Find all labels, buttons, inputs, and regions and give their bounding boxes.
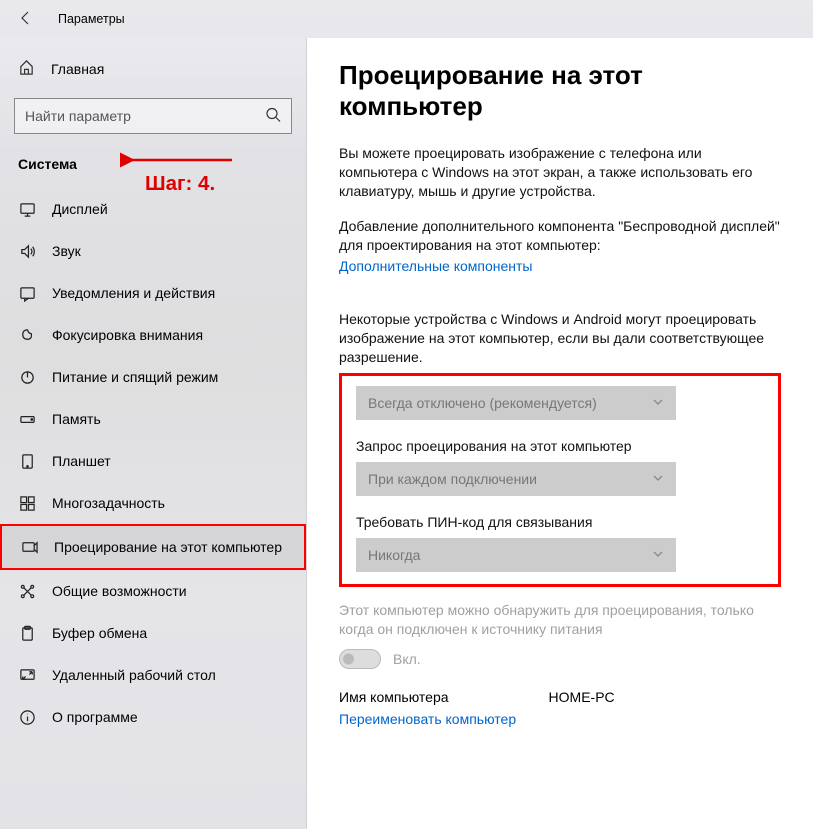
sidebar-item-label: Многозадачность: [52, 495, 165, 511]
sidebar-item-sound[interactable]: Звук: [0, 230, 306, 272]
optional-features-link[interactable]: Дополнительные компоненты: [339, 258, 533, 274]
shared-icon: [18, 582, 36, 600]
add-feature-text: Добавление дополнительного компонента "Б…: [339, 217, 781, 255]
sidebar-item-storage[interactable]: Память: [0, 398, 306, 440]
sidebar-item-about[interactable]: О программе: [0, 696, 306, 738]
intro-text: Вы можете проецировать изображение с тел…: [339, 144, 781, 201]
dropdown-value: Всегда отключено (рекомендуется): [368, 395, 597, 411]
dropdown-value: Никогда: [368, 547, 420, 563]
sidebar-item-label: Питание и спящий режим: [52, 369, 218, 385]
page-title: Проецирование на этот компьютер: [339, 60, 781, 122]
sidebar-category-label: Система: [18, 156, 77, 172]
sidebar-item-focus[interactable]: Фокусировка внимания: [0, 314, 306, 356]
pin-label: Требовать ПИН-код для связывания: [356, 514, 764, 530]
storage-icon: [18, 410, 36, 428]
dropdown-value: При каждом подключении: [368, 471, 537, 487]
sidebar-item-remote[interactable]: Удаленный рабочий стол: [0, 654, 306, 696]
annotation-arrow-icon: [120, 150, 240, 170]
sidebar-category: Система Шаг: 4.: [0, 142, 306, 188]
info-icon: [18, 708, 36, 726]
rename-pc-link[interactable]: Переименовать компьютер: [339, 711, 516, 727]
sidebar-item-label: Проецирование на этот компьютер: [54, 539, 282, 555]
sidebar-item-projecting[interactable]: Проецирование на этот компьютер: [0, 524, 306, 570]
sidebar-item-display[interactable]: Дисплей: [0, 188, 306, 230]
sidebar-item-label: Буфер обмена: [52, 625, 147, 641]
annotation-highlight-box: Всегда отключено (рекомендуется) Запрос …: [339, 373, 781, 587]
sidebar-item-notifications[interactable]: Уведомления и действия: [0, 272, 306, 314]
pc-name-label: Имя компьютера: [339, 689, 449, 705]
sidebar-item-label: О программе: [52, 709, 138, 725]
remote-icon: [18, 666, 36, 684]
sidebar: Главная Система Шаг: 4. Дисплей Звук: [0, 38, 307, 829]
sidebar-item-multitasking[interactable]: Многозадачность: [0, 482, 306, 524]
search-input[interactable]: [14, 98, 292, 134]
sidebar-item-shared[interactable]: Общие возможности: [0, 570, 306, 612]
search-icon: [265, 107, 281, 126]
toggle-label: Вкл.: [393, 651, 421, 667]
ask-dropdown[interactable]: При каждом подключении: [356, 462, 676, 496]
tablet-icon: [18, 452, 36, 470]
window-title: Параметры: [58, 12, 125, 26]
sidebar-item-label: Память: [52, 411, 101, 427]
chevron-down-icon: [652, 547, 664, 563]
projecting-icon: [20, 538, 38, 556]
content: Проецирование на этот компьютер Вы может…: [307, 38, 813, 829]
sidebar-home[interactable]: Главная: [0, 48, 306, 90]
sidebar-item-label: Уведомления и действия: [52, 285, 215, 301]
multitasking-icon: [18, 494, 36, 512]
availability-dropdown[interactable]: Всегда отключено (рекомендуется): [356, 386, 676, 420]
power-icon: [18, 368, 36, 386]
pc-name-value: HOME-PC: [549, 689, 615, 705]
sidebar-item-label: Планшет: [52, 453, 111, 469]
clipboard-icon: [18, 624, 36, 642]
sidebar-item-power[interactable]: Питание и спящий режим: [0, 356, 306, 398]
search-field[interactable]: [15, 108, 291, 124]
sidebar-item-clipboard[interactable]: Буфер обмена: [0, 612, 306, 654]
power-note: Этот компьютер можно обнаружить для прое…: [339, 601, 781, 639]
back-arrow-icon[interactable]: [18, 10, 34, 29]
sidebar-item-label: Общие возможности: [52, 583, 187, 599]
focus-icon: [18, 326, 36, 344]
sidebar-home-label: Главная: [51, 61, 104, 77]
sidebar-item-label: Звук: [52, 243, 81, 259]
sound-icon: [18, 242, 36, 260]
sidebar-item-label: Удаленный рабочий стол: [52, 667, 216, 683]
permission-text: Некоторые устройства с Windows и Android…: [339, 310, 781, 367]
window-header: Параметры: [0, 0, 813, 38]
home-icon: [18, 59, 35, 79]
display-icon: [18, 200, 36, 218]
sidebar-item-label: Фокусировка внимания: [52, 327, 203, 343]
power-toggle[interactable]: [339, 649, 381, 669]
ask-label: Запрос проецирования на этот компьютер: [356, 438, 764, 454]
sidebar-item-tablet[interactable]: Планшет: [0, 440, 306, 482]
sidebar-item-label: Дисплей: [52, 201, 108, 217]
notification-icon: [18, 284, 36, 302]
pin-dropdown[interactable]: Никогда: [356, 538, 676, 572]
chevron-down-icon: [652, 471, 664, 487]
chevron-down-icon: [652, 395, 664, 411]
